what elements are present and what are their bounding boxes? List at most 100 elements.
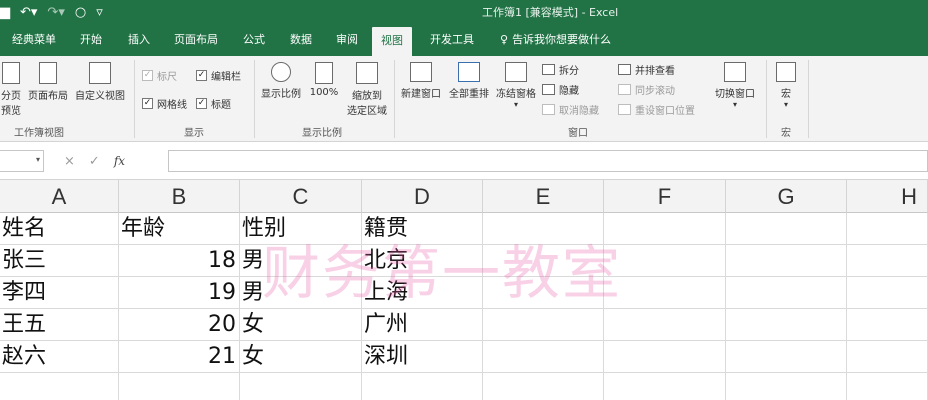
cell-c3[interactable]: 男 <box>240 277 362 309</box>
tab-view[interactable]: 视图 <box>372 27 412 56</box>
tab-home[interactable]: 开始 <box>80 31 102 47</box>
cell-g4[interactable] <box>726 309 847 341</box>
redo-icon[interactable]: ↷▾ <box>47 5 64 20</box>
cell-d1[interactable]: 籍贯 <box>362 213 483 245</box>
cell-c4[interactable]: 女 <box>240 309 362 341</box>
column-header-b[interactable]: B <box>119 180 240 213</box>
cell-f4[interactable] <box>604 309 726 341</box>
undo-icon[interactable]: ↶▾ <box>20 5 37 20</box>
column-header-d[interactable]: D <box>362 180 483 213</box>
cell-g2[interactable] <box>726 245 847 277</box>
column-header-a[interactable]: A <box>0 180 119 213</box>
zoom-100-button[interactable]: 100% <box>306 62 342 98</box>
headings-checkbox[interactable]: ✓ 标题 <box>196 96 231 111</box>
column-header-g[interactable]: G <box>726 180 847 213</box>
cell-d2[interactable]: 北京 <box>362 245 483 277</box>
cell-h3[interactable] <box>847 277 928 309</box>
cell-a3[interactable]: 李四 <box>0 277 119 309</box>
cell-c6[interactable] <box>240 373 362 400</box>
tab-data[interactable]: 数据 <box>290 31 312 47</box>
tab-review[interactable]: 审阅 <box>336 31 358 47</box>
arrange-all-button[interactable]: 全部重排 <box>446 62 492 100</box>
cell-e5[interactable] <box>483 341 604 373</box>
zoom-button[interactable]: 显示比例 <box>258 62 304 100</box>
insert-function-icon[interactable]: fx <box>114 154 125 168</box>
reset-window-position-button[interactable]: 重设窗口位置 <box>618 102 695 117</box>
tab-classic-menu[interactable]: 经典菜单 <box>12 31 56 47</box>
qat-customize-icon[interactable]: ▿ <box>96 5 103 20</box>
sync-scrolling-button[interactable]: 同步滚动 <box>618 82 675 97</box>
macros-button[interactable]: 宏 ▾ <box>770 62 802 109</box>
cell-a4[interactable]: 王五 <box>0 309 119 341</box>
cell-e2[interactable] <box>483 245 604 277</box>
cell-c1[interactable]: 性别 <box>240 213 362 245</box>
cell-c2[interactable]: 男 <box>240 245 362 277</box>
name-box[interactable]: ▾ <box>0 150 44 172</box>
cell-b3[interactable]: 19 <box>119 277 240 309</box>
cell-f5[interactable] <box>604 341 726 373</box>
cancel-icon[interactable]: × <box>64 154 75 169</box>
ruler-checkbox[interactable]: ✓ 标尺 <box>142 68 177 83</box>
cell-g1[interactable] <box>726 213 847 245</box>
cell-f1[interactable] <box>604 213 726 245</box>
cell-f2[interactable] <box>604 245 726 277</box>
new-window-button[interactable]: 新建窗口 <box>398 62 444 100</box>
cell-b2[interactable]: 18 <box>119 245 240 277</box>
cell-b5[interactable]: 21 <box>119 341 240 373</box>
cell-f3[interactable] <box>604 277 726 309</box>
split-button[interactable]: 拆分 <box>542 62 579 77</box>
cell-g5[interactable] <box>726 341 847 373</box>
tab-page-layout[interactable]: 页面布局 <box>174 31 218 47</box>
cell-a2[interactable]: 张三 <box>0 245 119 277</box>
cell-g6[interactable] <box>726 373 847 400</box>
cell-d4[interactable]: 广州 <box>362 309 483 341</box>
chevron-down-icon[interactable]: ▾ <box>36 155 40 164</box>
cell-d6[interactable] <box>362 373 483 400</box>
cell-b6[interactable] <box>119 373 240 400</box>
cell-a1[interactable]: 姓名 <box>0 213 119 245</box>
worksheet-grid[interactable]: A B C D E F G H 姓名 年龄 性别 籍贯 张三 18 男 北京 李… <box>0 180 928 400</box>
cell-e6[interactable] <box>483 373 604 400</box>
cell-f6[interactable] <box>604 373 726 400</box>
cell-b1[interactable]: 年龄 <box>119 213 240 245</box>
formula-bar-checkbox[interactable]: ✓ 编辑栏 <box>196 68 241 83</box>
unhide-button[interactable]: 取消隐藏 <box>542 102 599 117</box>
tab-formulas[interactable]: 公式 <box>243 31 265 47</box>
cell-e1[interactable] <box>483 213 604 245</box>
cell-g3[interactable] <box>726 277 847 309</box>
hide-button[interactable]: 隐藏 <box>542 82 579 97</box>
tab-developer[interactable]: 开发工具 <box>430 31 474 47</box>
tell-me-box[interactable]: ♀ 告诉我你想要做什么 <box>500 31 611 47</box>
cell-d3[interactable]: 上海 <box>362 277 483 309</box>
column-header-f[interactable]: F <box>604 180 726 213</box>
touch-mode-icon[interactable]: ○ <box>75 5 86 20</box>
cell-b4[interactable]: 20 <box>119 309 240 341</box>
enter-icon[interactable]: ✓ <box>89 154 100 169</box>
page-break-preview-button[interactable]: 分页 预览 <box>0 62 22 117</box>
cell-a5[interactable]: 赵六 <box>0 341 119 373</box>
page-layout-view-button[interactable]: 页面布局 <box>26 62 70 102</box>
gridlines-checkbox[interactable]: ✓ 网格线 <box>142 96 187 111</box>
column-header-h[interactable]: H <box>847 180 928 213</box>
freeze-panes-button[interactable]: 冻结窗格 ▾ <box>494 62 538 109</box>
split-icon <box>542 64 555 75</box>
cell-h4[interactable] <box>847 309 928 341</box>
cell-h5[interactable] <box>847 341 928 373</box>
custom-views-button[interactable]: 自定义视图 <box>72 62 128 102</box>
tab-insert[interactable]: 插入 <box>128 31 150 47</box>
cell-e3[interactable] <box>483 277 604 309</box>
cell-h6[interactable] <box>847 373 928 400</box>
formula-input[interactable] <box>168 150 928 172</box>
column-header-e[interactable]: E <box>483 180 604 213</box>
cell-a6[interactable] <box>0 373 119 400</box>
cell-e4[interactable] <box>483 309 604 341</box>
zoom-to-selection-button[interactable]: 缩放到 选定区域 <box>344 62 390 117</box>
cell-c5[interactable]: 女 <box>240 341 362 373</box>
cell-h1[interactable] <box>847 213 928 245</box>
cell-h2[interactable] <box>847 245 928 277</box>
switch-windows-button[interactable]: 切换窗口 ▾ <box>710 62 760 109</box>
save-icon[interactable]: ▆ <box>0 5 10 20</box>
cell-d5[interactable]: 深圳 <box>362 341 483 373</box>
view-side-by-side-button[interactable]: 并排查看 <box>618 62 675 77</box>
column-header-c[interactable]: C <box>240 180 362 213</box>
